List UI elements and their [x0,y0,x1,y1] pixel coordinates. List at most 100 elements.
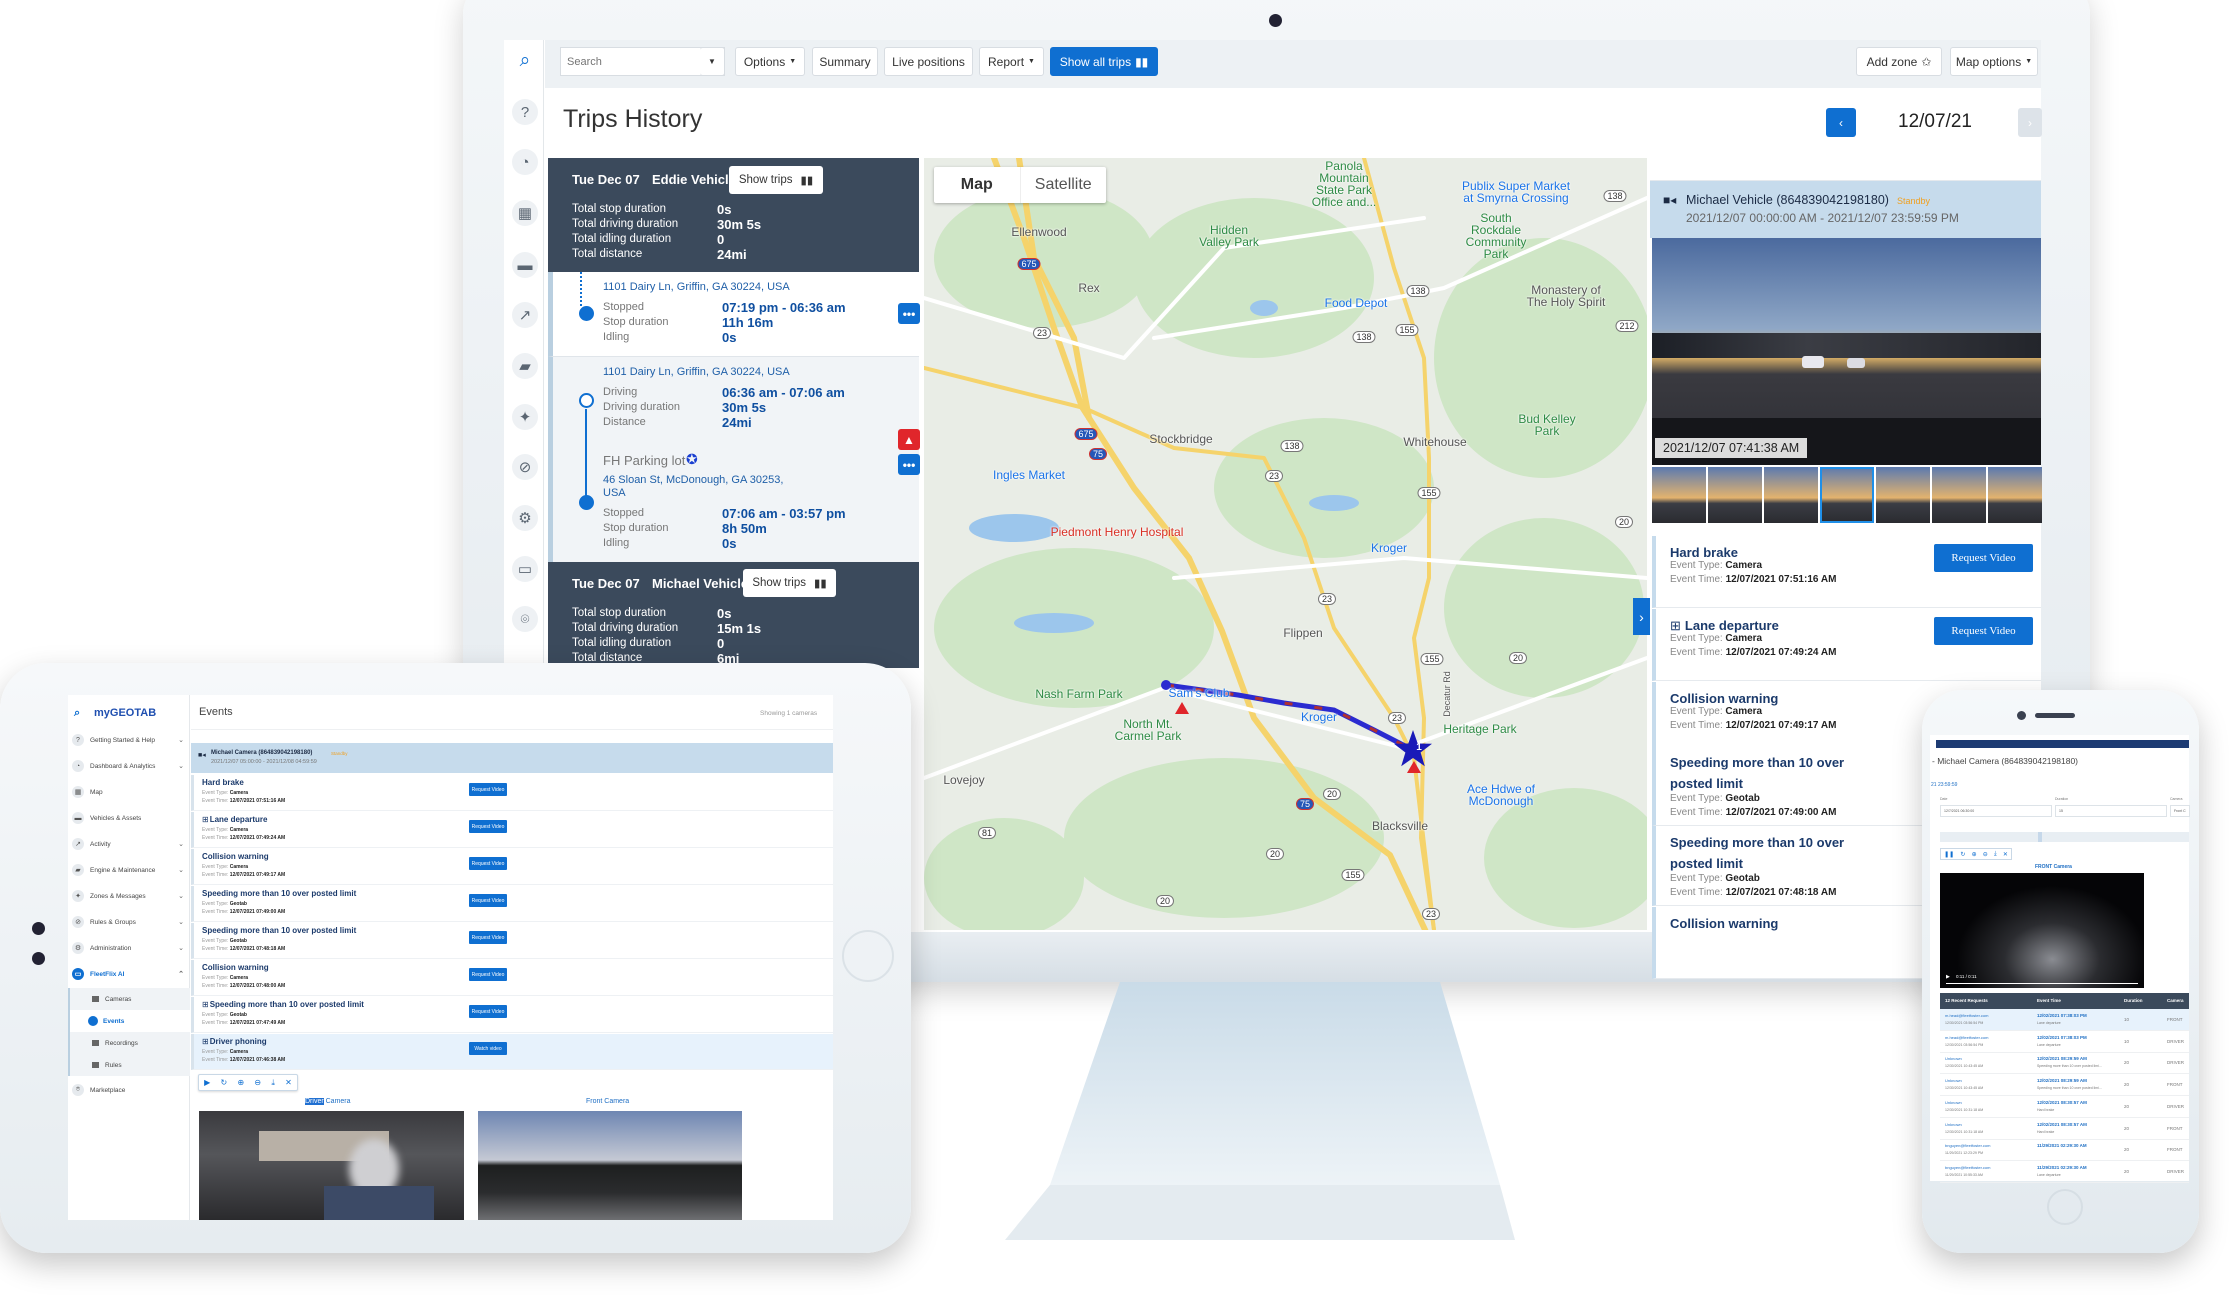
map-label-park[interactable]: North Mt. Carmel Park [1115,718,1182,742]
expand-plus-icon[interactable]: ⊞ [202,1037,209,1046]
marketplace-icon[interactable]: ⌾ [512,606,538,632]
driver-camera-video[interactable] [199,1111,464,1220]
request-video-button[interactable]: Request Video [469,820,507,833]
expand-plus-icon[interactable]: ⊞ [1670,618,1681,633]
sidebar-item-fleetflix-ai[interactable]: ▭ FleetFlix AI ⌃ [68,963,190,985]
expand-plus-icon[interactable]: ⊞ [202,815,209,824]
column-header[interactable]: Event Time [2037,998,2061,1003]
map-label-town[interactable]: Blacksville [1372,820,1428,832]
map-label-town[interactable]: Flippen [1283,627,1322,639]
sidebar-item-activity[interactable]: ↗ Activity ⌄ [68,833,190,855]
play-icon[interactable]: ▶ [204,1078,210,1087]
snapshot-thumbnail[interactable] [1876,467,1930,523]
snapshot-thumbnail[interactable] [1652,467,1706,523]
more-options-button[interactable]: ••• [898,303,920,324]
zoom-out-icon[interactable]: ⊖ [1983,851,1988,858]
map-toggle-map[interactable]: Map [934,167,1020,203]
trip-drive-item[interactable]: 1101 Dairy Ln, Griffin, GA 30224, USA Dr… [548,356,920,562]
field-camera-input[interactable]: Front C [2170,805,2190,817]
column-header[interactable]: 12 Recent Requests [1945,998,1988,1003]
sidebar-item-zones-messages[interactable]: ✦ Zones & Messages ⌄ [68,885,190,907]
timeline-slider[interactable] [1940,832,2189,842]
sidebar-item-rules-groups[interactable]: ⊘ Rules & Groups ⌄ [68,911,190,933]
zoom-out-icon[interactable]: ⊖ [254,1078,261,1087]
mygeotab-logo[interactable]: myGEOTAB [94,707,156,719]
front-camera-video[interactable] [478,1111,742,1220]
phone-home-button[interactable] [2047,1189,2083,1225]
map-label-town[interactable]: Stockbridge [1149,433,1212,445]
map-label-park[interactable]: Heritage Park [1443,723,1516,735]
event-item[interactable]: Speeding more than 10 over posted limit E… [191,886,833,922]
add-zone-button[interactable]: Add zone ✩ [1856,47,1942,76]
zoom-in-icon[interactable]: ⊕ [1972,851,1977,858]
rotate-icon[interactable]: ↻ [1960,851,1965,858]
map-label-store[interactable]: Ingles Market [993,469,1065,481]
request-video-button[interactable]: Request Video [469,894,507,907]
event-item[interactable]: Hard brake Event Type: Camera Event Time: … [1652,536,2041,608]
snapshot-thumbnail[interactable] [1988,467,2042,523]
download-icon[interactable]: ⤓ [271,1078,275,1088]
column-header[interactable]: Duration [2124,998,2143,1003]
sidebar-item-administration[interactable]: ⚙ Administration ⌄ [68,937,190,959]
request-video-button[interactable]: Request Video [1934,617,2033,645]
summary-button[interactable]: Summary [812,47,878,76]
event-time-link[interactable]: 12/02/2021 08:29:59 AM [2037,1056,2087,1061]
map-label-park[interactable]: Panola Mountain State Park Office and... [1312,160,1376,208]
event-item[interactable]: Speeding more than 10 over posted limit E… [191,923,833,959]
camera-snapshot[interactable] [1652,238,2041,465]
expand-plus-icon[interactable]: ⊞ [202,1000,209,1009]
more-options-button[interactable]: ••• [898,454,920,475]
request-video-button[interactable]: Request Video [469,968,507,981]
map-label-store[interactable]: Ace Hdwe of McDonough [1467,783,1535,807]
previous-date-button[interactable]: ‹ [1826,108,1856,137]
request-video-button[interactable]: Request Video [469,857,507,870]
field-date-input[interactable]: 12/7/2021 06:30:00 [1940,805,2052,817]
map-label-town[interactable]: Decatur Rd [1441,671,1453,717]
sidebar-subitem-events[interactable]: Events [68,1010,190,1032]
sidebar-subitem-cameras[interactable]: Cameras [68,988,190,1010]
close-icon[interactable]: ✕ [2003,851,2008,858]
event-time-link[interactable]: 12/02/2021 07:38:03 PM [2037,1013,2087,1018]
map-label-park[interactable]: Nash Farm Park [1035,688,1122,700]
rules-icon[interactable]: ⊘ [512,454,538,480]
request-video-button[interactable]: Request Video [469,1005,507,1018]
map-label-store[interactable]: Sam's Club [1169,687,1230,699]
search-icon[interactable]: ⌕ [74,707,80,720]
event-item[interactable]: ⊞Driver phoning Event Type: Camera Event T… [191,1034,833,1070]
request-video-button[interactable]: Request Video [469,783,507,796]
engine-icon[interactable]: ▰ [512,353,538,379]
live-positions-button[interactable]: Live positions [884,47,973,76]
sidebar-item-marketplace[interactable]: ⌾ Marketplace [68,1079,190,1101]
slider-handle[interactable] [2038,832,2042,842]
map-options-button[interactable]: Map options ▼ [1950,47,2038,76]
map-label-store[interactable]: Publix Super Market at Smyrna Crossing [1462,180,1570,204]
exception-warning-button[interactable]: ▲ [898,429,920,450]
sidebar-item-dashboard-analytics[interactable]: ◔ Dashboard & Analytics ⌄ [68,755,190,777]
trip-map[interactable]: Panola Mountain State Park Office and...… [924,158,1647,930]
snapshot-thumbnail[interactable] [1932,467,1986,523]
map-label-town[interactable]: Lovejoy [943,774,984,786]
play-icon[interactable]: ▶ [1946,974,1950,980]
video-progress[interactable] [1946,983,2138,984]
map-label-park[interactable]: Bud Kelley Park [1518,413,1575,437]
phone-video[interactable]: ▶ 0:11 / 0:11 [1940,873,2144,988]
event-time-link[interactable]: 11/29/2021 02:29:30 AM [2037,1165,2087,1170]
report-button[interactable]: Report ▼ [979,47,1044,76]
event-time-link[interactable]: 11/29/2021 02:29:30 AM [2037,1143,2087,1148]
snapshot-thumbnail[interactable] [1820,467,1874,523]
show-trips-button[interactable]: Show trips ▮▮ [743,569,836,597]
close-icon[interactable]: ✕ [285,1078,292,1087]
dashboard-icon[interactable]: ◔ [512,149,538,175]
tablet-home-button[interactable] [842,930,894,982]
snapshot-thumbnail[interactable] [1708,467,1762,523]
map-label-park[interactable]: Hidden Valley Park [1199,224,1259,248]
map-label-store[interactable]: Kroger [1301,711,1337,723]
fleetflix-icon[interactable]: ▭ [512,556,538,582]
event-item[interactable]: Hard brake Event Type: Camera Event Time: … [191,775,833,811]
map-type-toggle[interactable]: Map Satellite [934,167,1106,203]
vehicle-icon[interactable]: ▬ [512,252,538,278]
drive-address[interactable]: 1101 Dairy Ln, Griffin, GA 30224, USA [603,366,790,378]
field-duration-input[interactable]: 15 [2055,805,2167,817]
event-item[interactable]: ⊞Lane departureEvent Type: CameraEvent T… [191,812,833,848]
event-time-link[interactable]: 12/02/2021 08:29:59 AM [2037,1078,2087,1083]
